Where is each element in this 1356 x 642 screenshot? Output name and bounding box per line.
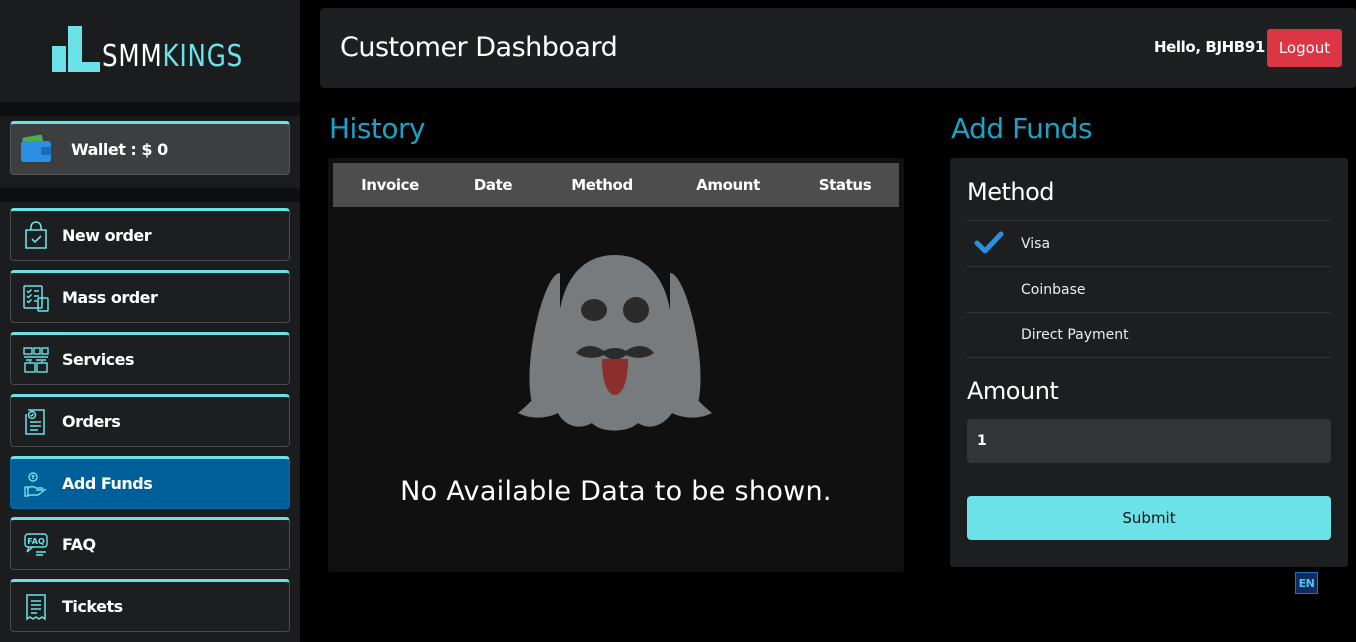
shopping-bag-icon [22,220,50,251]
payment-method-label: Coinbase [1021,281,1086,298]
add-funds-icon [22,469,50,499]
sidebar-divider [0,102,300,116]
sidebar-item-new-order[interactable]: New order [10,208,290,261]
brand-logo[interactable]: SMMKINGS [52,26,274,72]
amount-heading: Amount [967,377,1059,405]
history-table: Invoice Date Method Amount Status No Ava… [328,158,904,572]
ghost-icon [514,253,716,433]
faq-icon: FAQ [22,530,50,560]
payment-method-list: Visa Coinbase Direct Payment [966,220,1331,358]
add-funds-title: Add Funds [951,112,1093,145]
wallet-label: Wallet : $ 0 [71,139,168,159]
page-title: Customer Dashboard [340,32,618,63]
sidebar-item-orders[interactable]: Orders [10,394,290,447]
column-header-amount[interactable]: Amount [696,176,760,194]
payment-method-label: Direct Payment [1021,327,1129,343]
sidebar-item-label: FAQ [62,535,96,554]
column-header-method[interactable]: Method [571,176,633,194]
services-icon [22,345,50,375]
sidebar-item-label: Services [62,350,135,369]
top-header: Customer Dashboard Hello, BJHB91 Logout [320,8,1356,88]
payment-method-label: Visa [1021,235,1051,252]
sidebar-item-faq[interactable]: FAQ FAQ [10,517,290,570]
language-switcher[interactable]: EN [1295,572,1318,594]
method-heading: Method [967,178,1055,206]
payment-method-direct-payment[interactable]: Direct Payment [966,312,1331,358]
sidebar-item-label: Add Funds [62,474,153,493]
logout-button[interactable]: Logout [1267,29,1342,67]
sidebar: SMMKINGS Wallet : $ 0 New order Mass ord… [0,0,300,642]
sidebar-item-label: Tickets [62,597,123,616]
sidebar-item-label: Mass order [62,288,158,307]
amount-input[interactable] [967,419,1331,463]
sidebar-item-services[interactable]: Services [10,332,290,385]
sidebar-item-label: Orders [62,412,121,431]
tickets-icon [22,592,50,622]
svg-text:FAQ: FAQ [27,537,45,546]
column-header-status[interactable]: Status [819,176,872,194]
add-funds-form: Method Visa Coinbase Direct Payment Amou… [950,158,1348,567]
logo-text: SMMKINGS [102,39,244,74]
sidebar-divider [0,188,300,202]
history-title: History [329,112,426,145]
checklist-icon [22,283,50,313]
payment-method-coinbase[interactable]: Coinbase [966,266,1331,312]
checkmark-icon [974,230,1004,256]
sidebar-item-add-funds[interactable]: Add Funds [10,456,290,509]
wallet-balance[interactable]: Wallet : $ 0 [10,121,290,175]
wallet-icon [21,134,51,162]
empty-state-message: No Available Data to be shown. [400,476,832,507]
column-header-date[interactable]: Date [474,176,513,194]
orders-icon [22,407,50,437]
sidebar-item-tickets[interactable]: Tickets [10,579,290,632]
column-header-invoice[interactable]: Invoice [361,176,419,194]
sidebar-item-mass-order[interactable]: Mass order [10,270,290,323]
history-table-header: Invoice Date Method Amount Status [333,163,899,207]
sidebar-item-label: New order [62,226,152,245]
submit-button[interactable]: Submit [967,496,1331,540]
payment-method-visa[interactable]: Visa [966,220,1331,266]
user-greeting: Hello, BJHB91 [1154,38,1265,56]
logo-mark-icon [52,26,100,72]
